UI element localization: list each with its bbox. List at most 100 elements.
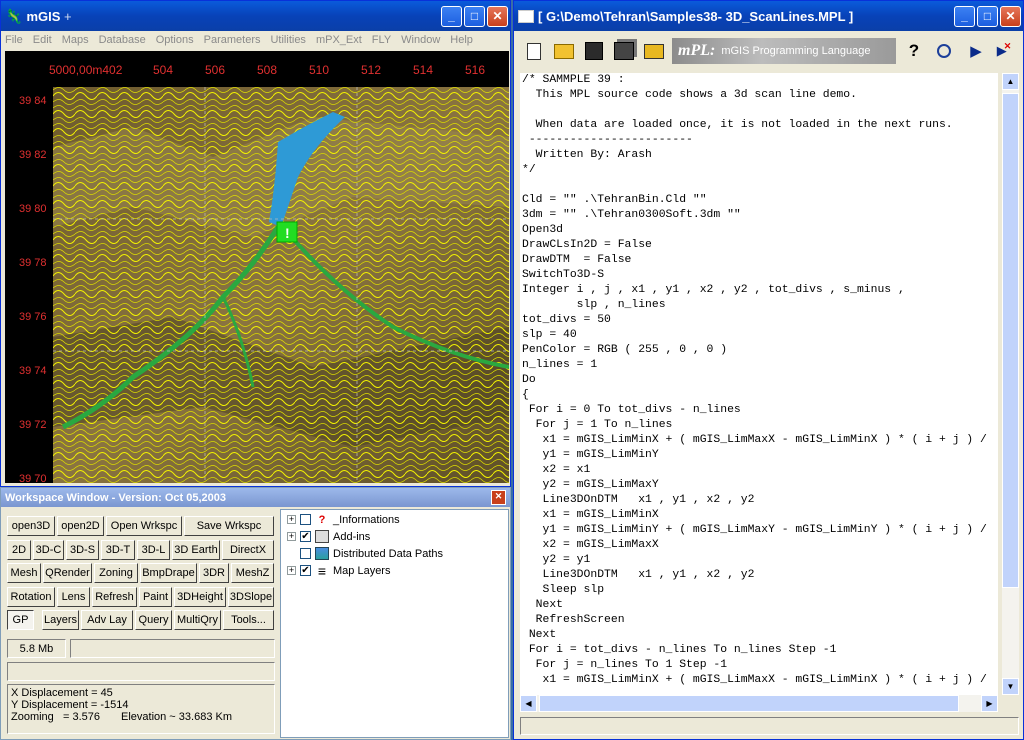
menu-utilities[interactable]: Utilities — [270, 34, 305, 46]
terrain-map[interactable]: ! — [53, 87, 509, 483]
open3d-button[interactable]: open3D — [7, 516, 55, 536]
meshz-button[interactable]: MeshZ — [231, 563, 274, 583]
code-line[interactable]: slp , n_lines — [520, 298, 998, 313]
code-line[interactable]: */ — [520, 163, 998, 178]
code-line[interactable]: Next — [520, 598, 998, 613]
3dheight-button[interactable]: 3DHeight — [174, 586, 226, 607]
horizontal-scroll-thumb[interactable] — [539, 695, 959, 712]
code-line[interactable]: This MPL source code shows a 3d scan lin… — [520, 88, 998, 103]
expand-icon[interactable]: + — [287, 532, 296, 541]
vertical-scrollbar[interactable]: ▲ ▼ — [1002, 73, 1019, 695]
3d-s-button[interactable]: 3D-S — [66, 539, 99, 560]
code-line[interactable]: DrawDTM = False — [520, 253, 998, 268]
3d-earth-button[interactable]: 3D Earth — [172, 539, 220, 560]
code-line[interactable]: y1 = mGIS_LimMinY — [520, 448, 998, 463]
expand-icon[interactable]: + — [287, 566, 296, 575]
mgis-titlebar[interactable]: 🦎 mGIS + _ □ ✕ — [1, 1, 510, 31]
tree-checkbox[interactable]: ✔ — [300, 565, 311, 576]
run-folder-button[interactable] — [642, 39, 666, 63]
expand-icon[interactable]: + — [287, 515, 296, 524]
code-editor[interactable]: /* SAMMPLE 39 : This MPL source code sho… — [520, 73, 998, 695]
code-line[interactable]: For i = 0 To tot_divs - n_lines — [520, 403, 998, 418]
2d-button[interactable]: 2D — [7, 539, 31, 560]
code-line[interactable]: PenColor = RGB ( 255 , 0 , 0 ) — [520, 343, 998, 358]
code-line[interactable]: 3dm = "" .\Tehran0300Soft.3dm "" — [520, 208, 998, 223]
code-line[interactable]: n_lines = 1 — [520, 358, 998, 373]
code-line[interactable]: x2 = x1 — [520, 463, 998, 478]
lens-button[interactable]: Lens — [57, 586, 90, 607]
tree-item[interactable]: + ✔ ≡ Map Layers — [281, 562, 390, 579]
maximize-button[interactable]: □ — [464, 5, 485, 27]
code-line[interactable]: x1 = mGIS_LimMinX + ( mGIS_LimMaxX - mGI… — [520, 673, 998, 688]
gp-button[interactable]: GP — [7, 610, 34, 630]
editor-close-button[interactable]: ✕ — [1000, 5, 1021, 27]
code-line[interactable]: y1 = mGIS_LimMinY + ( mGIS_LimMaxY - mGI… — [520, 523, 998, 538]
code-line[interactable]: RefreshScreen — [520, 613, 998, 628]
code-line[interactable]: Written By: Arash — [520, 148, 998, 163]
code-line[interactable]: Sleep slp — [520, 583, 998, 598]
find-button[interactable] — [932, 39, 956, 63]
adv-lay-button[interactable]: Adv Lay — [81, 610, 133, 630]
vertical-scroll-thumb[interactable] — [1002, 93, 1019, 588]
tree-item[interactable]: + ✔ Add-ins — [281, 528, 370, 545]
tools-button[interactable]: Tools... — [223, 610, 274, 630]
code-line[interactable]: x1 = mGIS_LimMinX + ( mGIS_LimMaxX - mGI… — [520, 433, 998, 448]
mesh-button[interactable]: Mesh — [7, 563, 41, 583]
code-line[interactable]: y2 = y1 — [520, 553, 998, 568]
editor-minimize-button[interactable]: _ — [954, 5, 975, 27]
open-wrkspc-button[interactable]: Open Wrkspc — [106, 516, 182, 536]
menu-help[interactable]: Help — [450, 34, 473, 46]
workspace-titlebar[interactable]: Workspace Window - Version: Oct 05,2003 … — [1, 488, 510, 507]
new-file-button[interactable] — [522, 39, 546, 63]
3d-l-button[interactable]: 3D-L — [137, 539, 170, 560]
query-button[interactable]: Query — [135, 610, 172, 630]
scroll-up-button[interactable]: ▲ — [1002, 73, 1019, 90]
code-line[interactable]: DrawCLsIn2D = False — [520, 238, 998, 253]
tree-checkbox[interactable] — [300, 514, 311, 525]
tree-checkbox[interactable]: ✔ — [300, 531, 311, 542]
menu-fly[interactable]: FLY — [372, 34, 391, 46]
code-line[interactable]: x1 = mGIS_LimMinX — [520, 508, 998, 523]
code-line[interactable]: Cld = "" .\TehranBin.Cld "" — [520, 193, 998, 208]
tree-checkbox[interactable] — [300, 548, 311, 559]
scroll-left-button[interactable]: ◀ — [520, 695, 537, 712]
code-line[interactable]: For i = tot_divs - n_lines To n_lines St… — [520, 643, 998, 658]
tree-item[interactable]: Distributed Data Paths — [281, 545, 443, 562]
menu-database[interactable]: Database — [99, 34, 146, 46]
workspace-close-button[interactable]: ✕ — [491, 490, 506, 505]
code-line[interactable]: For j = 1 To n_lines — [520, 418, 998, 433]
menu-file[interactable]: File — [5, 34, 23, 46]
menu-maps[interactable]: Maps — [62, 34, 89, 46]
multiqry-button[interactable]: MultiQry — [174, 610, 221, 630]
scroll-down-button[interactable]: ▼ — [1002, 678, 1019, 695]
code-line[interactable] — [520, 178, 998, 193]
zoning-button[interactable]: Zoning — [94, 563, 138, 583]
save-all-button[interactable] — [612, 39, 636, 63]
code-line[interactable]: SwitchTo3D-S — [520, 268, 998, 283]
qrender-button[interactable]: QRender — [43, 563, 92, 583]
directx-button[interactable]: DirectX — [222, 539, 274, 560]
editor-titlebar[interactable]: [ G:\Demo\Tehran\Samples38- 3D_ScanLines… — [514, 1, 1023, 31]
code-line[interactable]: When data are loaded once, it is not loa… — [520, 118, 998, 133]
tree-item[interactable]: +? _Informations — [281, 511, 400, 528]
run-button[interactable]: ▶ — [964, 39, 988, 63]
scroll-right-button[interactable]: ▶ — [981, 695, 998, 712]
3d-t-button[interactable]: 3D-T — [101, 539, 135, 560]
code-line[interactable]: Line3DOnDTM x1 , y1 , x2 , y2 — [520, 568, 998, 583]
save-wrkspc-button[interactable]: Save Wrkspc — [184, 516, 274, 536]
minimize-button[interactable]: _ — [441, 5, 462, 27]
layers-button[interactable]: Layers — [42, 610, 79, 630]
editor-maximize-button[interactable]: □ — [977, 5, 998, 27]
menu-edit[interactable]: Edit — [33, 34, 52, 46]
code-line[interactable]: For j = n_lines To 1 Step -1 — [520, 658, 998, 673]
map-canvas[interactable]: 5000,00m402 504 506 508 510 512 514 516 39 84 39… — [5, 51, 509, 485]
code-line[interactable] — [520, 103, 998, 118]
code-line[interactable]: tot_divs = 50 — [520, 313, 998, 328]
code-line[interactable]: Line3DOnDTM x1 , y1 , x2 , y2 — [520, 493, 998, 508]
code-line[interactable]: { — [520, 388, 998, 403]
stop-button[interactable]: ▶ ✕ — [992, 39, 1016, 63]
code-line[interactable]: ------------------------ — [520, 133, 998, 148]
menu-options[interactable]: Options — [156, 34, 194, 46]
code-line[interactable]: Open3d — [520, 223, 998, 238]
save-button[interactable] — [582, 39, 606, 63]
